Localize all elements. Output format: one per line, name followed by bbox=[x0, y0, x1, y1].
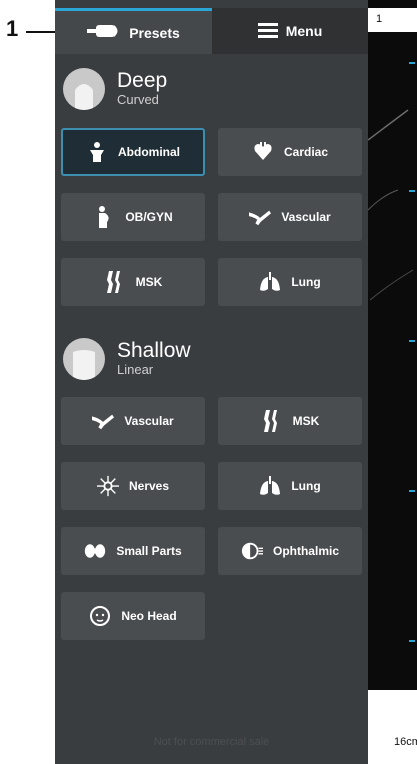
preset-msk-button[interactable]: MSK bbox=[61, 258, 205, 306]
depth-tick bbox=[409, 190, 415, 192]
preset-label: Neo Head bbox=[121, 609, 177, 623]
hamburger-icon bbox=[257, 22, 286, 41]
depth-label: 16cm bbox=[394, 736, 417, 748]
preset-lung-button[interactable]: Lung bbox=[218, 258, 362, 306]
preset-label: Cardiac bbox=[283, 145, 329, 159]
ultrasound-scan bbox=[368, 109, 414, 301]
eye-icon bbox=[241, 540, 263, 562]
preset-vascular-button[interactable]: Vascular bbox=[218, 193, 362, 241]
preset-nerves-button[interactable]: Nerves bbox=[61, 462, 205, 510]
group-title: Deep bbox=[117, 69, 168, 92]
callout-number: 1 bbox=[6, 16, 19, 41]
vessel-icon bbox=[92, 410, 115, 432]
tab-presets-label: Presets bbox=[129, 24, 180, 41]
linear-probe-icon bbox=[63, 338, 105, 380]
preset-label: MSK bbox=[292, 414, 320, 428]
ultrasound-image-area: 1 bbox=[368, 0, 417, 764]
preset-label: OB/GYN bbox=[125, 210, 173, 224]
preset-lung-linear-button[interactable]: Lung bbox=[218, 462, 362, 510]
depth-tick bbox=[409, 62, 415, 64]
preset-label: MSK bbox=[135, 275, 163, 289]
group-header-shallow: Shallow Linear bbox=[63, 338, 191, 380]
abdominal-icon bbox=[86, 141, 108, 163]
tab-bar: Presets Menu bbox=[55, 8, 368, 54]
image-header-label: 1 bbox=[376, 13, 383, 25]
group-title: Shallow bbox=[117, 339, 191, 362]
knee-joint-icon bbox=[104, 271, 126, 293]
vessel-icon bbox=[249, 206, 272, 228]
lungs-icon bbox=[259, 271, 281, 293]
preset-neo-head-button[interactable]: Neo Head bbox=[61, 592, 205, 640]
preset-label: Nerves bbox=[128, 479, 170, 493]
tab-menu-label: Menu bbox=[285, 23, 323, 39]
preset-vascular-linear-button[interactable]: Vascular bbox=[61, 397, 205, 445]
preset-small-parts-button[interactable]: Small Parts bbox=[61, 527, 205, 575]
baby-head-icon bbox=[89, 605, 111, 627]
knee-joint-icon bbox=[261, 410, 283, 432]
preset-abdominal-button[interactable]: Abdominal bbox=[61, 128, 205, 176]
preset-label: Ophthalmic bbox=[272, 544, 339, 558]
group-subtitle: Linear bbox=[117, 362, 154, 377]
preset-label: Lung bbox=[291, 479, 321, 493]
group-subtitle: Curved bbox=[117, 92, 159, 107]
preset-msk-linear-button[interactable]: MSK bbox=[218, 397, 362, 445]
tab-menu[interactable]: Menu bbox=[212, 8, 368, 54]
depth-tick bbox=[409, 340, 415, 342]
image-footer-strip bbox=[368, 690, 417, 764]
preset-cardiac-button[interactable]: Cardiac bbox=[218, 128, 362, 176]
thyroid-icon bbox=[84, 540, 106, 562]
preset-label: Abdominal bbox=[118, 145, 180, 159]
presets-panel: Presets Menu Deep Curved Abdominal Cardi… bbox=[55, 0, 368, 764]
footer-watermark: Not for commercial sale bbox=[153, 736, 270, 748]
curved-probe-icon bbox=[63, 68, 105, 110]
lungs-icon bbox=[259, 475, 281, 497]
preset-label: Vascular bbox=[281, 210, 331, 224]
heart-icon bbox=[252, 141, 274, 163]
pregnancy-icon bbox=[93, 206, 115, 228]
depth-tick bbox=[409, 640, 415, 642]
tab-presets[interactable]: Presets bbox=[55, 8, 212, 54]
preset-obgyn-button[interactable]: OB/GYN bbox=[61, 193, 205, 241]
preset-label: Small Parts bbox=[116, 544, 182, 558]
preset-ophthalmic-button[interactable]: Ophthalmic bbox=[218, 527, 362, 575]
probe-icon bbox=[87, 23, 129, 42]
preset-label: Vascular bbox=[124, 414, 174, 428]
nerve-icon bbox=[96, 475, 119, 497]
depth-tick bbox=[409, 490, 415, 492]
group-header-deep: Deep Curved bbox=[63, 68, 167, 110]
preset-label: Lung bbox=[291, 275, 321, 289]
